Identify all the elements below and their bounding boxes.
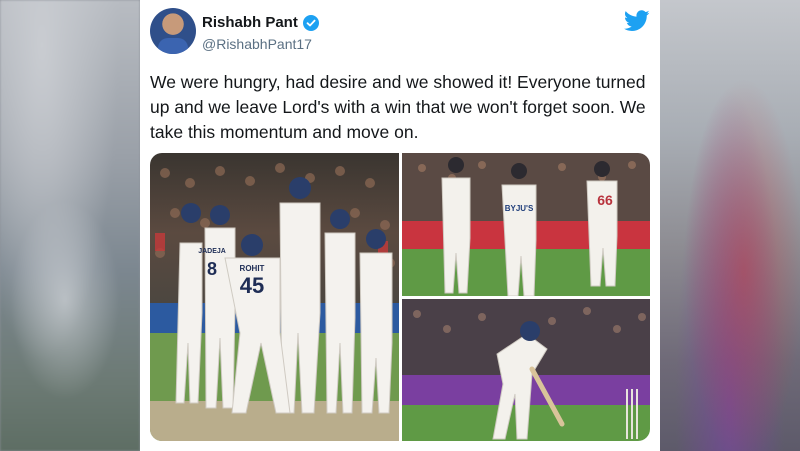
blurred-background-right bbox=[660, 0, 800, 451]
avatar[interactable] bbox=[150, 8, 196, 54]
tweet-card: Rishabh Pant @RishabhPant17 We were hung… bbox=[140, 0, 660, 451]
jersey-number-8: 8 bbox=[207, 259, 217, 279]
photo-team-celebration[interactable]: 45 ROHIT JADEJA 8 bbox=[150, 153, 399, 441]
photo-players-celebrating[interactable]: BYJU'S 66 bbox=[402, 153, 650, 296]
tweet-media-grid: 45 ROHIT JADEJA 8 BYJU'S 66 bbox=[150, 153, 650, 441]
author-display-name[interactable]: Rishabh Pant bbox=[202, 14, 298, 31]
twitter-bird-icon[interactable] bbox=[624, 10, 650, 32]
jersey-name-rohit: ROHIT bbox=[240, 264, 265, 273]
verified-badge-icon bbox=[302, 14, 319, 31]
tweet-text: We were hungry, had desire and we showed… bbox=[150, 72, 646, 142]
tweet-header: Rishabh Pant @RishabhPant17 bbox=[150, 8, 650, 56]
jersey-number-66: 66 bbox=[597, 192, 613, 208]
sponsor-text: BYJU'S bbox=[505, 204, 534, 213]
jersey-name-jadeja: JADEJA bbox=[198, 248, 226, 255]
photo-batsman-shot[interactable] bbox=[402, 299, 650, 441]
author-handle[interactable]: @RishabhPant17 bbox=[202, 36, 312, 52]
author-name-row: Rishabh Pant bbox=[202, 14, 319, 31]
blurred-background-left bbox=[0, 0, 140, 451]
jersey-number-45: 45 bbox=[240, 273, 264, 298]
